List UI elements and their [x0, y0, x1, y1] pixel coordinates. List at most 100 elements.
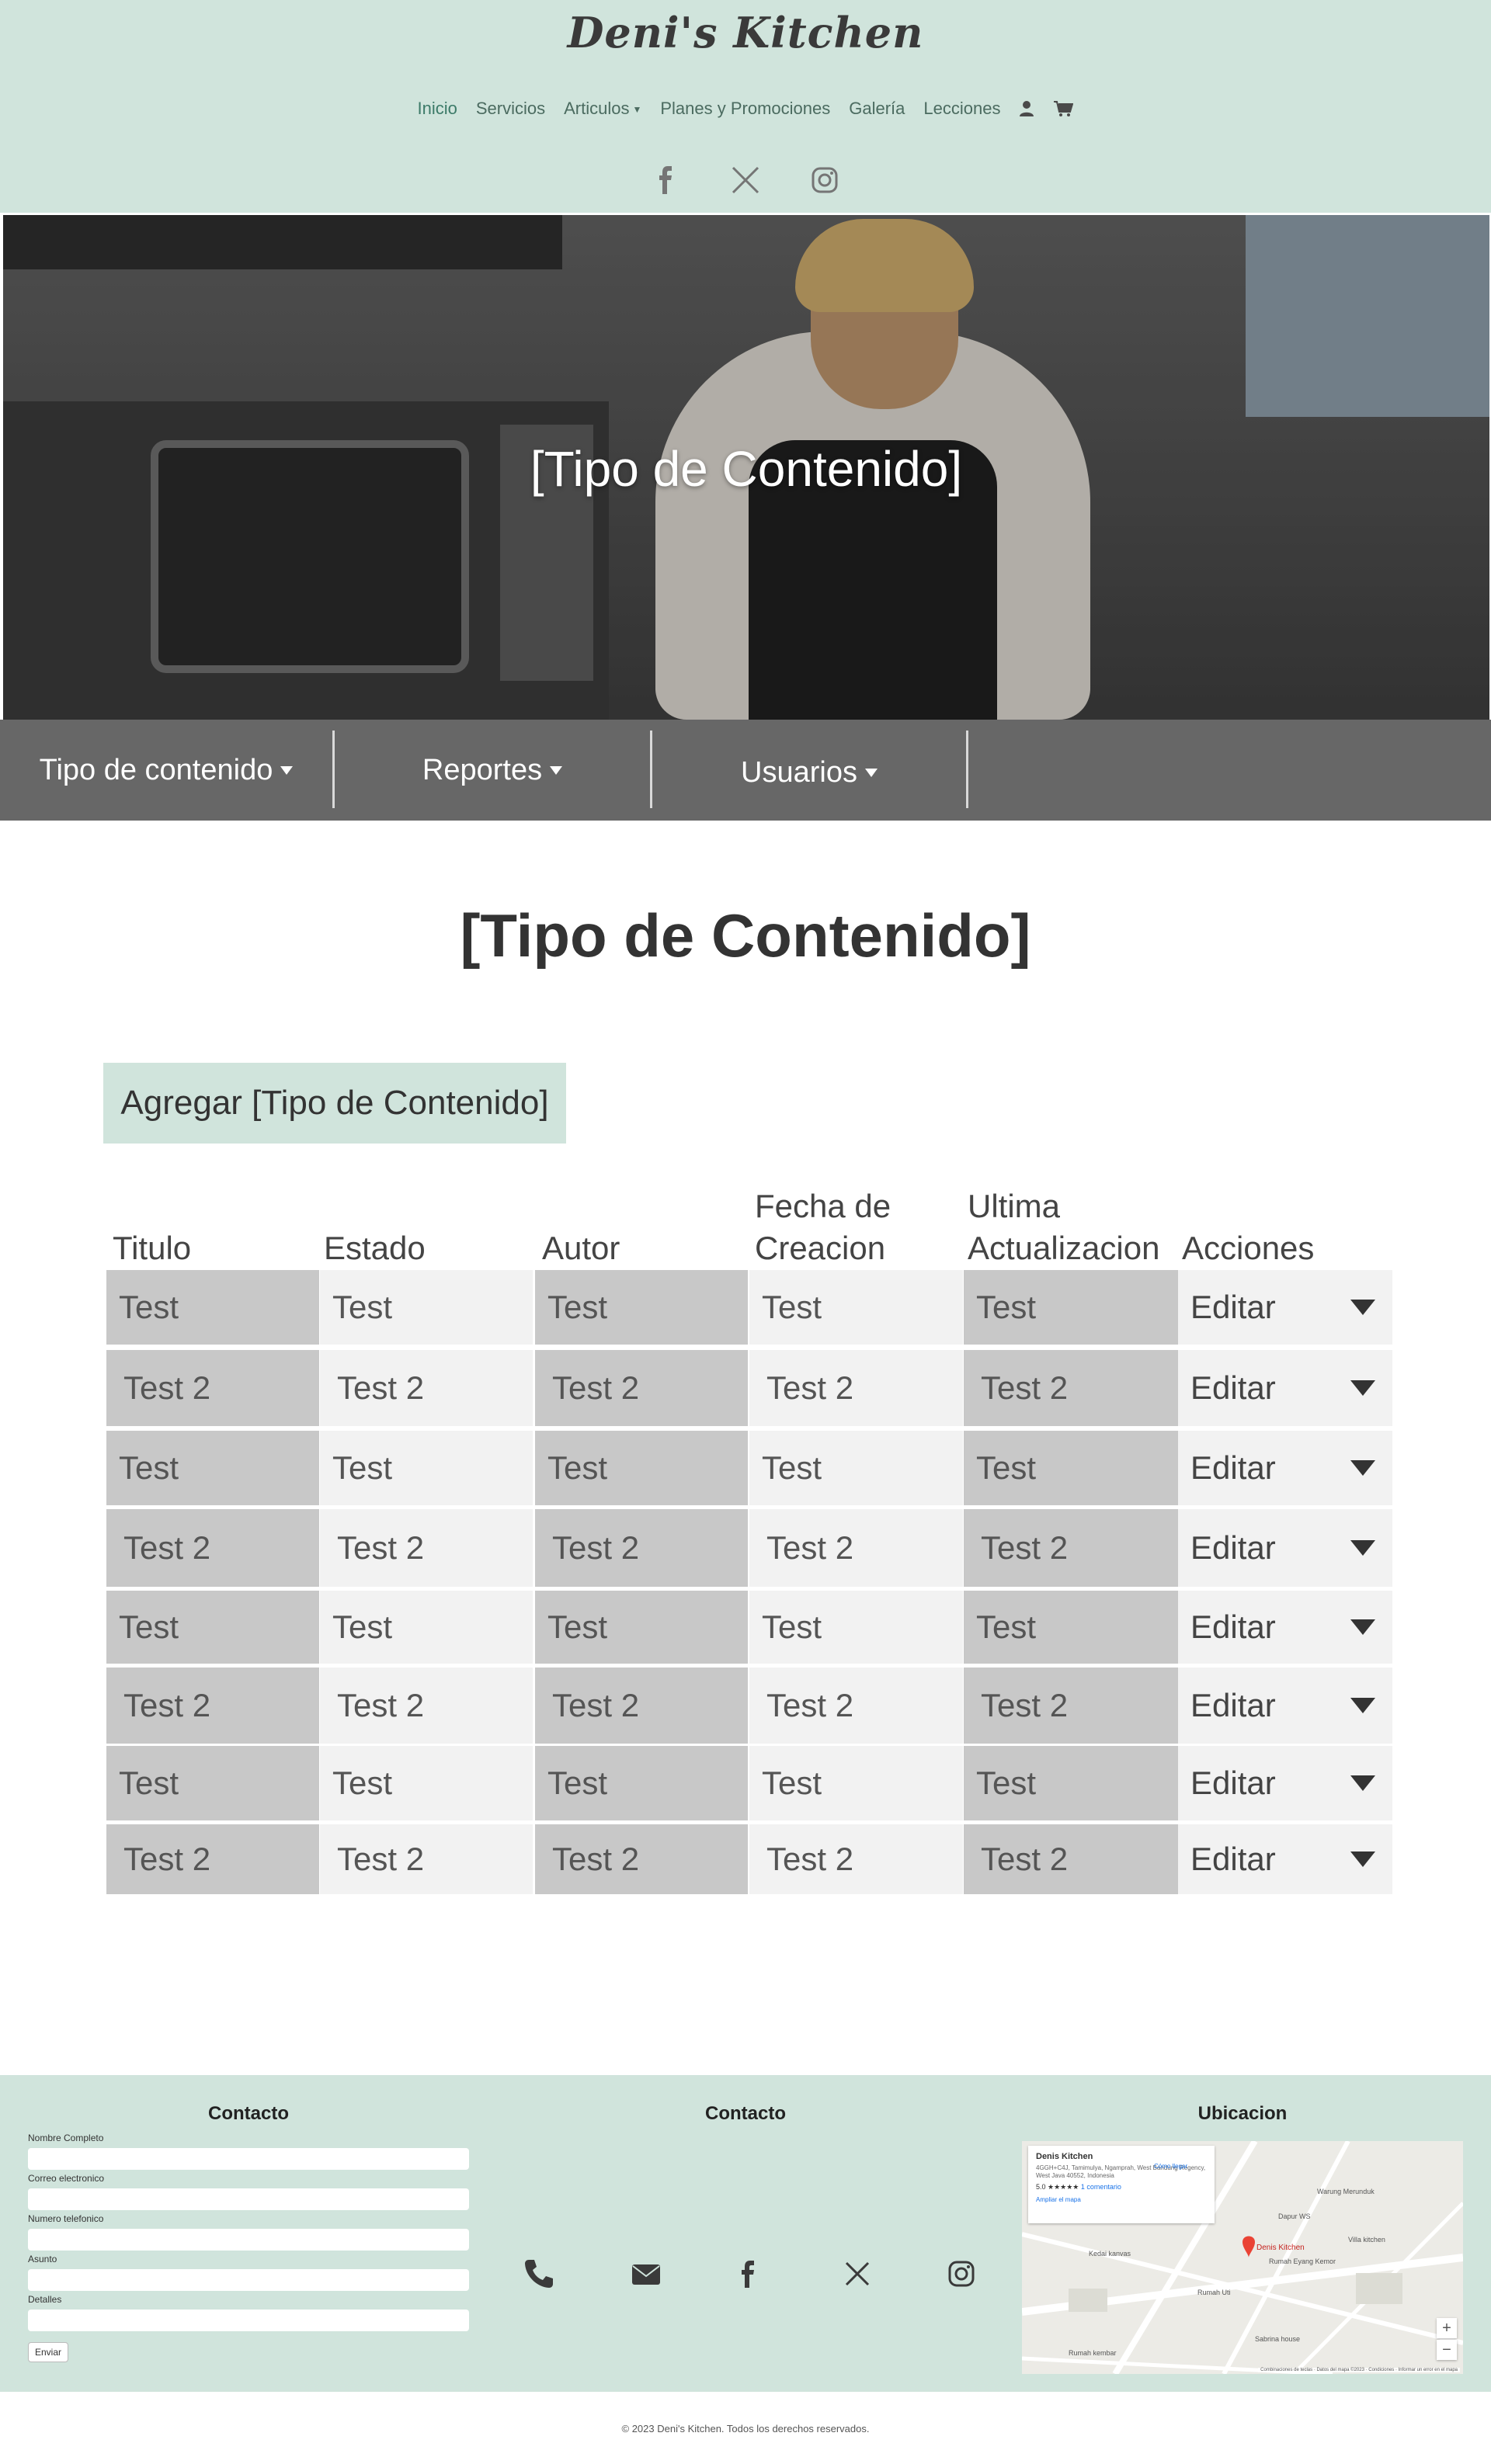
- action-dropdown[interactable]: Editar: [1178, 1668, 1392, 1744]
- location-map[interactable]: Denis Kitchen 4GGH+C4J, Tamimulya, Ngamp…: [1022, 2141, 1463, 2374]
- nav-galeria[interactable]: Galería: [849, 99, 905, 119]
- label-asunto: Asunto: [28, 2254, 57, 2264]
- map-pin-label: Denis Kitchen: [1256, 2244, 1305, 2252]
- subnav-usuarios[interactable]: Usuarios: [652, 720, 966, 821]
- instagram-icon[interactable]: [944, 2257, 978, 2291]
- column-header-autor: Autor: [542, 1230, 620, 1266]
- instagram-icon[interactable]: [809, 165, 840, 196]
- map-directions-link[interactable]: Cómo llegar: [1154, 2163, 1187, 2170]
- cell-estado: Test 2: [320, 1350, 533, 1426]
- caret-down-icon: [1350, 1300, 1375, 1315]
- facebook-icon[interactable]: [732, 2257, 766, 2291]
- x-icon[interactable]: [730, 165, 761, 196]
- label-detalles: Detalles: [28, 2294, 62, 2305]
- subnav-usuarios-label: Usuarios: [741, 755, 857, 789]
- cell-fecha-creacion: Test: [749, 1431, 963, 1505]
- map-zoom-out-button[interactable]: −: [1437, 2340, 1457, 2360]
- email-field[interactable]: [28, 2188, 469, 2210]
- nav-articulos[interactable]: Articulos ▼: [564, 99, 641, 119]
- map-place-rating: 5.0 ★★★★★ 1 comentario: [1036, 2183, 1207, 2192]
- subject-field[interactable]: [28, 2269, 469, 2291]
- cell-estado: Test: [320, 1746, 533, 1820]
- column-header-fecha-creacion: Fecha de Creacion: [755, 1188, 891, 1266]
- header-social-links: [0, 165, 1491, 196]
- user-icon[interactable]: [1019, 100, 1034, 117]
- action-dropdown[interactable]: Editar: [1178, 1824, 1392, 1894]
- hero-title: [Tipo de Contenido]: [530, 441, 963, 497]
- cell-autor: Test 2: [535, 1350, 748, 1426]
- email-icon[interactable]: [629, 2257, 663, 2291]
- name-field[interactable]: [28, 2148, 469, 2170]
- column-header-titulo: Titulo: [113, 1230, 192, 1266]
- caret-down-icon: [1350, 1380, 1375, 1396]
- main-nav: Inicio Servicios Articulos ▼ Planes y Pro…: [0, 99, 1491, 119]
- table-row: Test 2 Test 2 Test 2 Test 2 Test 2 Editar: [106, 1668, 1392, 1744]
- map-reviews-link[interactable]: 1 comentario: [1081, 2183, 1121, 2191]
- nav-planes[interactable]: Planes y Promociones: [660, 99, 830, 119]
- cell-fecha-creacion: Test 2: [749, 1350, 963, 1426]
- map-label: Villa kitchen: [1348, 2236, 1385, 2244]
- label-nombre: Nombre Completo: [28, 2133, 104, 2143]
- cell-ultima-actualizacion: Test 2: [964, 1668, 1178, 1744]
- table-row: Test Test Test Test Test Editar: [106, 1746, 1392, 1820]
- cell-titulo: Test 2: [106, 1350, 319, 1426]
- map-rating-stars: 5.0 ★★★★★: [1036, 2183, 1079, 2191]
- label-telefono: Numero telefonico: [28, 2213, 104, 2224]
- action-label: Editar: [1190, 1765, 1276, 1801]
- cell-titulo: Test 2: [106, 1824, 319, 1894]
- site-logo[interactable]: Deni's Kitchen: [0, 8, 1491, 57]
- admin-subnav: Tipo de contenido Reportes Usuarios: [0, 720, 1491, 821]
- submit-button[interactable]: Enviar: [28, 2342, 68, 2362]
- caret-down-icon: [280, 765, 294, 775]
- column-header-acciones: Acciones: [1182, 1230, 1315, 1266]
- subnav-tipo-contenido[interactable]: Tipo de contenido: [0, 720, 332, 821]
- phone-field[interactable]: [28, 2229, 469, 2251]
- cell-ultima-actualizacion: Test 2: [964, 1509, 1178, 1587]
- subnav-divider: [966, 731, 968, 808]
- cell-fecha-creacion: Test: [749, 1270, 963, 1345]
- cell-titulo: Test: [106, 1431, 319, 1505]
- action-label: Editar: [1190, 1529, 1276, 1566]
- cell-fecha-creacion: Test 2: [749, 1668, 963, 1744]
- column-header-ultima-actualizacion: Ultima Actualizacion: [968, 1188, 1160, 1266]
- action-label: Editar: [1190, 1609, 1276, 1645]
- subnav-reportes-label: Reportes: [422, 753, 543, 786]
- action-dropdown[interactable]: Editar: [1178, 1509, 1392, 1587]
- caret-down-icon: [1350, 1698, 1375, 1713]
- cell-titulo: Test 2: [106, 1509, 319, 1587]
- cell-ultima-actualizacion: Test: [964, 1746, 1178, 1820]
- x-icon[interactable]: [840, 2257, 874, 2291]
- nav-lecciones[interactable]: Lecciones: [923, 99, 1000, 119]
- action-dropdown[interactable]: Editar: [1178, 1746, 1392, 1820]
- action-dropdown[interactable]: Editar: [1178, 1350, 1392, 1426]
- nav-servicios[interactable]: Servicios: [476, 99, 545, 119]
- hero-banner: [Tipo de Contenido]: [3, 215, 1489, 720]
- phone-icon[interactable]: [522, 2257, 556, 2291]
- add-content-button[interactable]: Agregar [Tipo de Contenido]: [103, 1063, 566, 1144]
- facebook-icon[interactable]: [651, 165, 682, 196]
- action-dropdown[interactable]: Editar: [1178, 1431, 1392, 1505]
- action-dropdown[interactable]: Editar: [1178, 1591, 1392, 1664]
- nav-inicio[interactable]: Inicio: [418, 99, 457, 119]
- action-label: Editar: [1190, 1449, 1276, 1486]
- site-header: Deni's Kitchen Inicio Servicios Articulo…: [0, 0, 1491, 213]
- map-label: Sabrina house: [1255, 2335, 1301, 2343]
- nav-articulos-label: Articulos: [564, 99, 630, 118]
- subnav-reportes[interactable]: Reportes: [335, 720, 650, 821]
- cell-autor: Test 2: [535, 1668, 748, 1744]
- action-label: Editar: [1190, 1687, 1276, 1723]
- details-field[interactable]: [28, 2310, 469, 2331]
- cell-titulo: Test: [106, 1591, 319, 1664]
- action-label: Editar: [1190, 1841, 1276, 1877]
- cell-autor: Test 2: [535, 1824, 748, 1894]
- cell-ultima-actualizacion: Test: [964, 1431, 1178, 1505]
- map-label: Rumah kembar: [1069, 2349, 1117, 2357]
- cart-icon[interactable]: [1053, 100, 1074, 117]
- footer-contact-icons: [513, 2257, 986, 2291]
- caret-down-icon: [1350, 1460, 1375, 1476]
- table-row: Test 2 Test 2 Test 2 Test 2 Test 2 Editar: [106, 1350, 1392, 1426]
- map-zoom-in-button[interactable]: +: [1437, 2318, 1457, 2338]
- action-dropdown[interactable]: Editar: [1178, 1270, 1392, 1345]
- map-enlarge-link[interactable]: Ampliar el mapa: [1036, 2196, 1207, 2203]
- table-row: Test Test Test Test Test Editar: [106, 1591, 1392, 1664]
